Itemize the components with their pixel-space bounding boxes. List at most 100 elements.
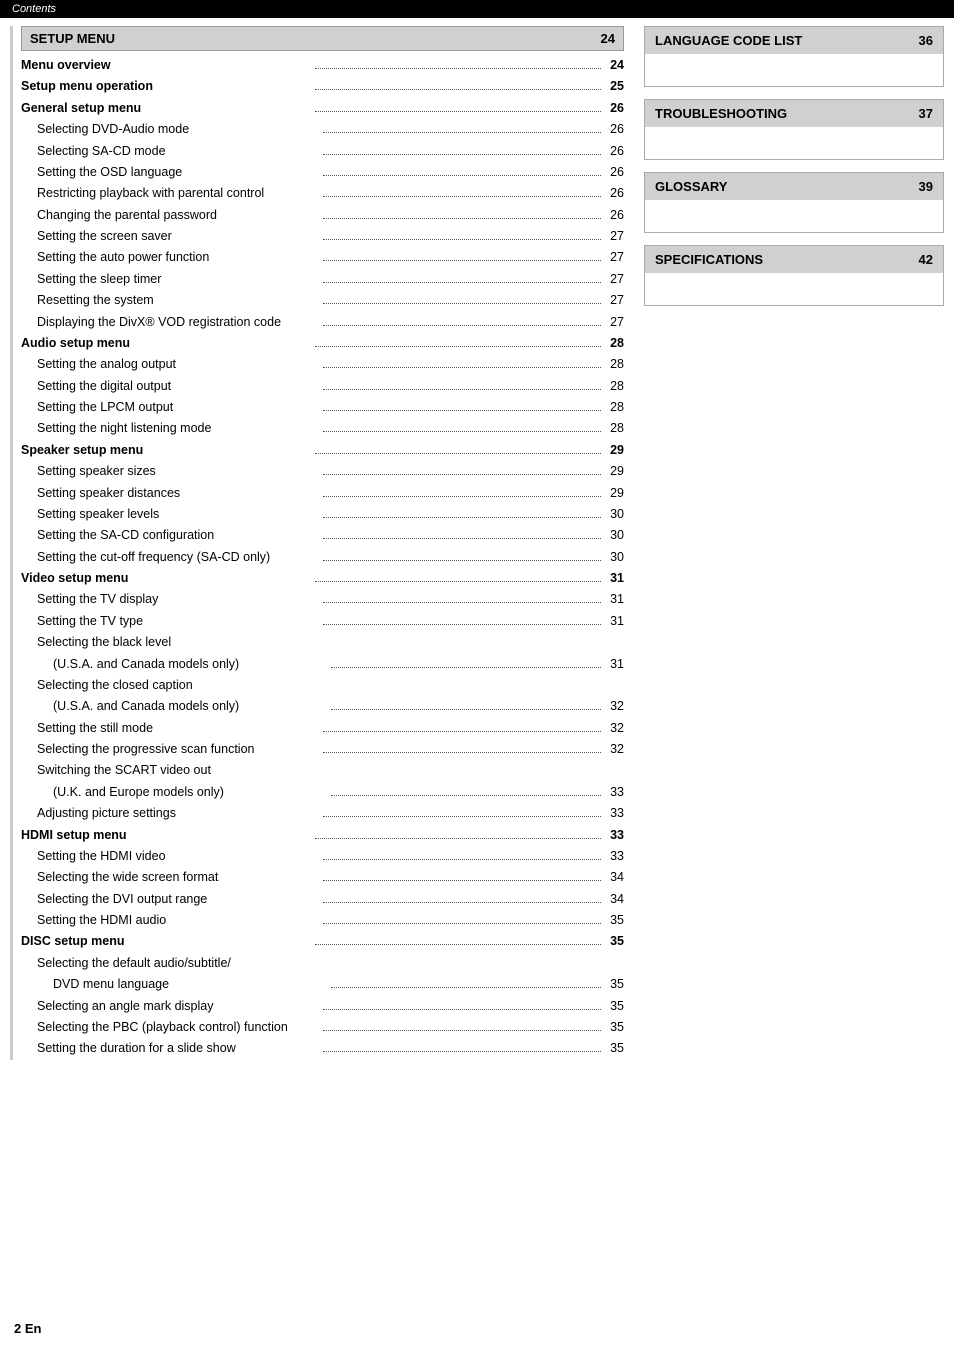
toc-label: Video setup menu <box>21 569 312 588</box>
toc-label: Selecting an angle mark display <box>21 997 320 1016</box>
toc-dots <box>323 538 602 539</box>
toc-page: 28 <box>604 334 624 353</box>
toc-dots <box>323 431 602 432</box>
toc-dots <box>323 367 602 368</box>
toc-label: Switching the SCART video out <box>21 761 604 780</box>
toc-item: Displaying the DivX® VOD registration co… <box>21 312 624 333</box>
toc-label: Adjusting picture settings <box>21 804 320 823</box>
toc-dots <box>331 795 602 796</box>
toc-page: 35 <box>604 1039 624 1058</box>
right-section-content <box>645 54 943 86</box>
toc-item: Selecting DVD-Audio mode 26 <box>21 119 624 140</box>
toc-page: 30 <box>604 548 624 567</box>
toc-dots <box>323 389 602 390</box>
toc-label: Restricting playback with parental contr… <box>21 184 320 203</box>
toc-item: Setting the still mode32 <box>21 718 624 739</box>
toc-dots <box>323 602 602 603</box>
toc-page: 26 <box>604 99 624 118</box>
toc-page: 28 <box>604 398 624 417</box>
toc-item: Setting the duration for a slide show35 <box>21 1038 624 1059</box>
toc-item: (U.S.A. and Canada models only)31 <box>21 654 624 675</box>
footer-text: 2 En <box>14 1321 41 1336</box>
toc-label: Setting the night listening mode <box>21 419 320 438</box>
toc-item: Switching the SCART video out <box>21 760 624 781</box>
toc-item: Restricting playback with parental contr… <box>21 183 624 204</box>
toc-dots <box>323 260 602 261</box>
header-label: Contents <box>12 3 56 15</box>
toc-item: (U.K. and Europe models only)33 <box>21 782 624 803</box>
toc-page: 33 <box>604 826 624 845</box>
toc-item: (U.S.A. and Canada models only)32 <box>21 696 624 717</box>
toc-label: Selecting the closed caption <box>21 676 604 695</box>
toc-page: 29 <box>604 441 624 460</box>
toc-label: HDMI setup menu <box>21 826 312 845</box>
toc-dots <box>323 132 602 133</box>
toc-dots <box>323 1030 602 1031</box>
toc-item: DISC setup menu35 <box>21 931 624 952</box>
setup-menu-title: SETUP MENU <box>30 31 115 46</box>
right-section-title: TROUBLESHOOTING <box>655 106 787 121</box>
toc-dots <box>323 218 602 219</box>
page-footer: 2 En <box>14 1321 41 1336</box>
toc-dots <box>323 303 602 304</box>
toc-item: Resetting the system 27 <box>21 290 624 311</box>
toc-dots <box>323 731 602 732</box>
toc-page: 29 <box>604 462 624 481</box>
toc-page: 28 <box>604 377 624 396</box>
toc-page: 26 <box>604 120 624 139</box>
toc-item: Setting speaker sizes 29 <box>21 461 624 482</box>
toc-label: Displaying the DivX® VOD registration co… <box>21 313 320 332</box>
toc-dots <box>323 325 602 326</box>
toc-page: 35 <box>604 911 624 930</box>
toc-item: Video setup menu 31 <box>21 568 624 589</box>
toc-dots <box>323 496 602 497</box>
right-section-content <box>645 273 943 305</box>
right-section-content <box>645 200 943 232</box>
toc-page: 31 <box>604 590 624 609</box>
right-section-header: SPECIFICATIONS42 <box>645 246 943 273</box>
toc-item: Setting the HDMI audio 35 <box>21 910 624 931</box>
toc-label: (U.S.A. and Canada models only) <box>21 697 328 716</box>
toc-dots <box>315 944 602 945</box>
toc-label: Resetting the system <box>21 291 320 310</box>
right-section: SPECIFICATIONS42 <box>644 245 944 306</box>
toc-dots <box>315 581 602 582</box>
toc-page: 27 <box>604 270 624 289</box>
toc-page: 33 <box>604 804 624 823</box>
toc-label: Setting the TV type <box>21 612 320 631</box>
toc-item: Setting the sleep timer27 <box>21 269 624 290</box>
right-sections-container: LANGUAGE CODE LIST36TROUBLESHOOTING37GLO… <box>644 26 944 306</box>
toc-page: 31 <box>604 569 624 588</box>
toc-dots <box>323 154 602 155</box>
toc-label: (U.S.A. and Canada models only) <box>21 655 328 674</box>
toc-dots <box>323 880 602 881</box>
toc-item: Selecting the black level <box>21 632 624 653</box>
toc-dots <box>315 111 602 112</box>
toc-label: Speaker setup menu <box>21 441 312 460</box>
toc-dots <box>323 923 602 924</box>
toc-page: 35 <box>604 1018 624 1037</box>
toc-dots <box>323 1051 602 1052</box>
toc-page: 24 <box>604 56 624 75</box>
right-section-title: GLOSSARY <box>655 179 727 194</box>
toc-label: Setting speaker sizes <box>21 462 320 481</box>
toc-label: Selecting DVD-Audio mode <box>21 120 320 139</box>
toc-label: Setting the HDMI audio <box>21 911 320 930</box>
toc-item: DVD menu language35 <box>21 974 624 995</box>
toc-label: Setting the screen saver <box>21 227 320 246</box>
toc-item: Setting the cut-off frequency (SA-CD onl… <box>21 547 624 568</box>
toc-label: Setting speaker distances <box>21 484 320 503</box>
toc-item: Selecting the default audio/subtitle/ <box>21 953 624 974</box>
toc-page: 26 <box>604 206 624 225</box>
toc-label: Audio setup menu <box>21 334 312 353</box>
toc-page: 35 <box>604 997 624 1016</box>
toc-page: 27 <box>604 291 624 310</box>
right-section-content <box>645 127 943 159</box>
toc-page: 35 <box>604 932 624 951</box>
toc-label: Setting the SA-CD configuration <box>21 526 320 545</box>
toc-page: 34 <box>604 868 624 887</box>
toc-item: Changing the parental password26 <box>21 205 624 226</box>
page-wrapper: Contents SETUP MENU 24 Menu overview24Se… <box>0 0 954 1348</box>
toc-label: Setting the auto power function <box>21 248 320 267</box>
right-section-header: TROUBLESHOOTING37 <box>645 100 943 127</box>
